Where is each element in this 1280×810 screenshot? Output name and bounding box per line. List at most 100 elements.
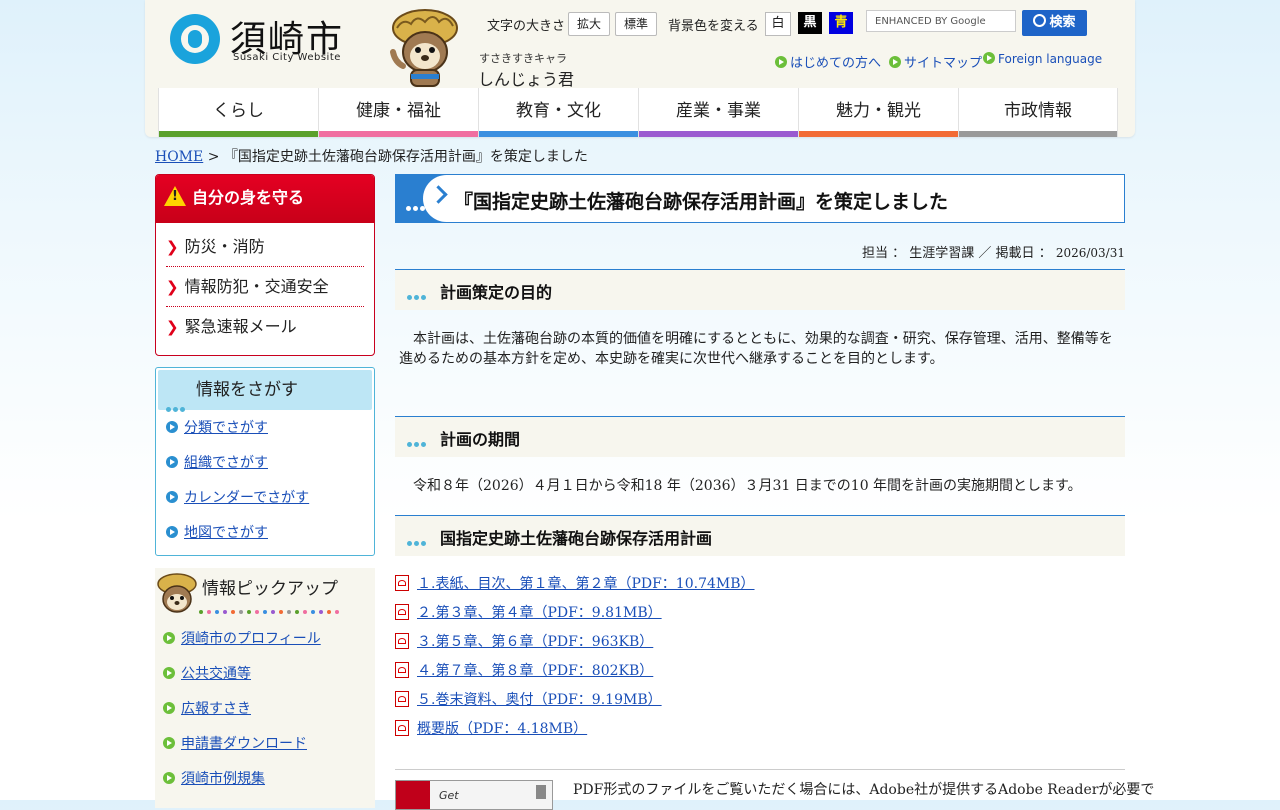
protect-item-label: 情報防犯・交通安全	[184, 277, 329, 296]
arrow-circle-icon	[163, 632, 175, 644]
protect-item-emergency-mail[interactable]: ❯ 緊急速報メール	[166, 307, 364, 346]
arrow-circle-icon	[889, 56, 901, 68]
nav-city-administration[interactable]: 市政情報	[958, 88, 1118, 137]
section-heading-text: 計画策定の目的	[440, 283, 553, 302]
nav-industry-business[interactable]: 産業・事業	[638, 88, 798, 137]
find-info-box: 情報をさがす 分類でさがす 組織でさがす カレンダーでさがす 地図でさがす	[155, 367, 375, 556]
text-size-label: 文字の大きさ	[487, 19, 566, 34]
page-title: 『国指定史跡土佐藩砲台跡保存活用計画』を策定しました	[454, 191, 949, 213]
mascot-face-icon	[157, 573, 197, 613]
foreign-language-link[interactable]: Foreign language	[983, 52, 1102, 66]
breadcrumb-current: 『国指定史跡土佐藩砲台跡保存活用計画』を策定しました	[223, 149, 588, 165]
arrow-circle-icon	[166, 456, 178, 468]
first-visit-link[interactable]: はじめての方へ	[775, 52, 881, 71]
pdf-file-icon	[395, 633, 409, 649]
pickup-link[interactable]: 須崎市例規集	[181, 771, 265, 787]
get-adobe-label: Get	[439, 789, 459, 802]
page-wrapper: 須崎市 Susaki City Website すさきすきキャラ しんじょう君 …	[145, 0, 1154, 810]
section-heading-text: 国指定史跡土佐藩砲台跡保存活用計画	[440, 529, 713, 548]
nav-attractions-tourism[interactable]: 魅力・観光	[798, 88, 958, 137]
find-link-label[interactable]: 分類でさがす	[184, 420, 268, 436]
text-standard-button[interactable]: 標準	[615, 12, 657, 36]
dots-icon	[407, 531, 428, 550]
pdf-file-item[interactable]: ５.巻末資料、奥付（PDF：9.19MB）	[395, 686, 1125, 715]
pdf-file-link[interactable]: ４.第７章、第８章（PDF：802KB）	[417, 663, 653, 679]
arrow-circle-icon	[166, 491, 178, 503]
first-visit-label: はじめての方へ	[790, 56, 882, 71]
pickup-link[interactable]: 広報すさき	[181, 701, 251, 717]
site-logo-subtitle: Susaki City Website	[233, 52, 341, 63]
section-period-body: 令和８年（2026）４月１日から令和18 年（2036）３月31 日までの10 …	[399, 478, 1082, 494]
pickup-item[interactable]: 須崎市例規集	[155, 762, 375, 797]
pdf-file-link[interactable]: ２.第３章、第４章（PDF：9.81MB）	[417, 605, 662, 621]
pdf-file-link[interactable]: １.表紙、目次、第１章、第２章（PDF：10.74MB）	[417, 576, 755, 592]
find-link-label[interactable]: カレンダーでさがす	[184, 490, 309, 506]
pickup-item[interactable]: 広報すさき	[155, 692, 375, 727]
pdf-file-icon	[395, 691, 409, 707]
find-by-category-link[interactable]: 分類でさがす	[158, 411, 372, 446]
pdf-file-link[interactable]: 概要版（PDF：4.18MB）	[417, 721, 587, 737]
nav-health-welfare[interactable]: 健康・福祉	[318, 88, 478, 137]
breadcrumb-home-link[interactable]: HOME	[155, 149, 203, 165]
bg-blue-button[interactable]: 青	[829, 12, 853, 34]
pdf-file-link[interactable]: ３.第５章、第６章（PDF：963KB）	[417, 634, 653, 650]
breadcrumb: HOME > 『国指定史跡土佐藩砲台跡保存活用計画』を策定しました	[155, 146, 588, 166]
pickup-link[interactable]: 申請書ダウンロード	[181, 736, 307, 752]
protect-yourself-heading: 自分の身を守る	[156, 175, 374, 223]
arrow-circle-icon	[163, 702, 175, 714]
dots-icon	[407, 432, 428, 451]
pdf-file-item[interactable]: ２.第３章、第４章（PDF：9.81MB）	[395, 599, 1125, 628]
pdf-file-item[interactable]: ４.第７章、第８章（PDF：802KB）	[395, 657, 1125, 686]
find-link-label[interactable]: 地図でさがす	[184, 525, 268, 541]
pickup-item[interactable]: 須崎市のプロフィール	[155, 622, 375, 657]
protect-item-label: 緊急速報メール	[184, 317, 297, 336]
find-by-calendar-link[interactable]: カレンダーでさがす	[158, 481, 372, 516]
nav-color-bar	[959, 131, 1117, 137]
nav-label: くらし	[213, 101, 264, 121]
site-search-input[interactable]: ENHANCED BY Google	[866, 10, 1016, 32]
protect-item-disaster[interactable]: ❯ 防災・消防	[166, 227, 364, 267]
nav-color-bar	[799, 131, 958, 137]
pickup-link[interactable]: 須崎市のプロフィール	[181, 631, 321, 647]
pdf-file-item[interactable]: ３.第５章、第６章（PDF：963KB）	[395, 628, 1125, 657]
bg-black-button[interactable]: 黒	[798, 12, 822, 34]
foreign-language-label: Foreign language	[998, 52, 1103, 66]
arrow-circle-icon	[163, 667, 175, 679]
pdf-file-item[interactable]: 概要版（PDF：4.18MB）	[395, 715, 1125, 744]
pdf-file-item[interactable]: １.表紙、目次、第１章、第２章（PDF：10.74MB）	[395, 570, 1125, 599]
find-link-label[interactable]: 組織でさがす	[184, 455, 268, 471]
meta-date: 2026/03/31	[1055, 246, 1125, 260]
city-emblem-icon[interactable]	[170, 14, 220, 64]
get-adobe-reader-button[interactable]: Get	[395, 780, 553, 810]
pickup-item[interactable]: 公共交通等	[155, 657, 375, 692]
arrow-circle-icon	[983, 52, 995, 64]
colored-dots-decoration	[199, 599, 343, 618]
pdf-file-link[interactable]: ５.巻末資料、奥付（PDF：9.19MB）	[417, 692, 662, 708]
bg-color-label: 背景色を変える	[668, 19, 759, 34]
nav-color-bar	[479, 131, 638, 137]
pickup-item[interactable]: 申請書ダウンロード	[155, 727, 375, 762]
protect-item-label: 防災・消防	[184, 237, 265, 256]
arrow-circle-icon	[163, 737, 175, 749]
sitemap-link[interactable]: サイトマップ	[889, 52, 982, 71]
search-button[interactable]: 検索	[1022, 10, 1087, 36]
site-header: 須崎市 Susaki City Website すさきすきキャラ しんじょう君 …	[145, 0, 1135, 137]
nav-education-culture[interactable]: 教育・文化	[478, 88, 638, 137]
dots-icon	[407, 285, 428, 304]
find-info-heading: 情報をさがす	[158, 370, 372, 412]
page-title-box: 『国指定史跡土佐藩砲台跡保存活用計画』を策定しました	[395, 174, 1125, 223]
pickup-link[interactable]: 公共交通等	[181, 666, 251, 682]
info-pickup-title: 情報ピックアップ	[202, 579, 338, 599]
pdf-reader-note: PDF形式のファイルをご覧いただく場合には、Adobe社が提供するAdobe R…	[573, 782, 1155, 798]
nav-kurashi[interactable]: くらし	[158, 88, 318, 137]
bg-white-button[interactable]: 白	[765, 12, 791, 36]
find-by-map-link[interactable]: 地図でさがす	[158, 516, 372, 551]
download-arrow-icon	[536, 785, 546, 799]
text-enlarge-button[interactable]: 拡大	[568, 12, 610, 36]
pdf-file-icon	[395, 575, 409, 591]
nav-color-bar	[159, 131, 318, 137]
pdf-file-icon	[395, 662, 409, 678]
divider	[395, 769, 1125, 770]
find-by-organization-link[interactable]: 組織でさがす	[158, 446, 372, 481]
protect-item-crime-traffic[interactable]: ❯ 情報防犯・交通安全	[166, 267, 364, 307]
